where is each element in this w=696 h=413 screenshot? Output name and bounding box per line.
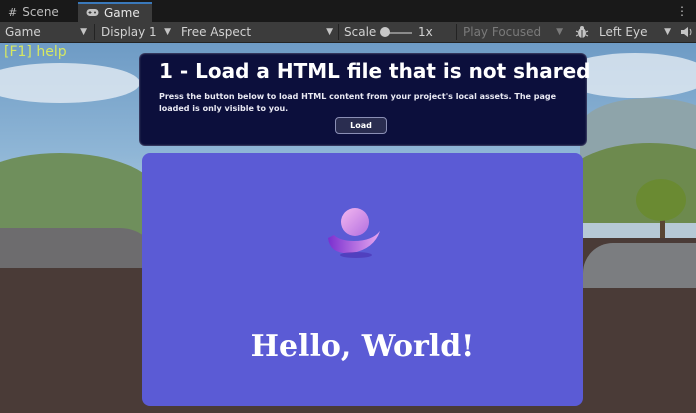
divider: [456, 24, 457, 40]
chevron-down-icon: ▼: [556, 27, 563, 37]
eye-value: Left Eye: [599, 25, 648, 39]
eye-dropdown[interactable]: Left Eye ▼: [594, 22, 676, 42]
play-mode-dropdown[interactable]: Play Focused ▼: [458, 22, 568, 42]
help-hint: [F1] help: [4, 44, 67, 60]
speaker-icon[interactable]: [678, 22, 696, 42]
instruction-panel: 1 - Load a HTML file that is not shared …: [139, 53, 591, 146]
tab-game-label: Game: [104, 6, 140, 20]
aspect-dropdown[interactable]: Free Aspect ▼: [176, 22, 338, 42]
tab-game[interactable]: Game: [78, 2, 152, 22]
chevron-down-icon: ▼: [664, 27, 671, 37]
tab-scene[interactable]: # Scene: [0, 2, 78, 22]
display-value: Display 1: [101, 25, 157, 39]
divider: [94, 24, 95, 40]
hello-heading: Hello, World!: [250, 329, 475, 364]
chevron-down-icon: ▼: [80, 27, 87, 37]
tree: [636, 179, 686, 221]
scale-slider-handle[interactable]: [380, 27, 390, 37]
game-mode-dropdown[interactable]: Game ▼: [0, 22, 92, 42]
gamepad-icon: [86, 7, 99, 20]
load-button[interactable]: Load: [335, 117, 387, 134]
panel-description: Press the button below to load HTML cont…: [159, 92, 557, 113]
bug-icon[interactable]: [572, 22, 594, 42]
grid-icon: #: [8, 5, 18, 19]
cloud: [0, 63, 140, 103]
chevron-down-icon: ▼: [164, 27, 171, 37]
game-toolbar: Game ▼ Display 1 ▼ Free Aspect ▼ Scale 1…: [0, 22, 696, 43]
aspect-value: Free Aspect: [181, 25, 252, 39]
chevron-down-icon: ▼: [326, 27, 333, 37]
play-mode-value: Play Focused: [463, 25, 542, 39]
display-dropdown[interactable]: Display 1 ▼: [96, 22, 176, 42]
railing: [583, 243, 696, 288]
web-content-panel[interactable]: Hello, World!: [142, 153, 583, 406]
tab-bar: # Scene Game ⋮: [0, 0, 696, 23]
scale-value: 1x: [418, 25, 433, 39]
railing: [0, 228, 160, 268]
tab-scene-label: Scene: [22, 5, 59, 19]
app-logo-icon: [328, 208, 380, 258]
game-mode-value: Game: [5, 25, 41, 39]
more-options-icon[interactable]: ⋮: [676, 4, 688, 18]
scale-label: Scale: [344, 25, 377, 39]
panel-title: 1 - Load a HTML file that is not shared: [159, 59, 591, 83]
